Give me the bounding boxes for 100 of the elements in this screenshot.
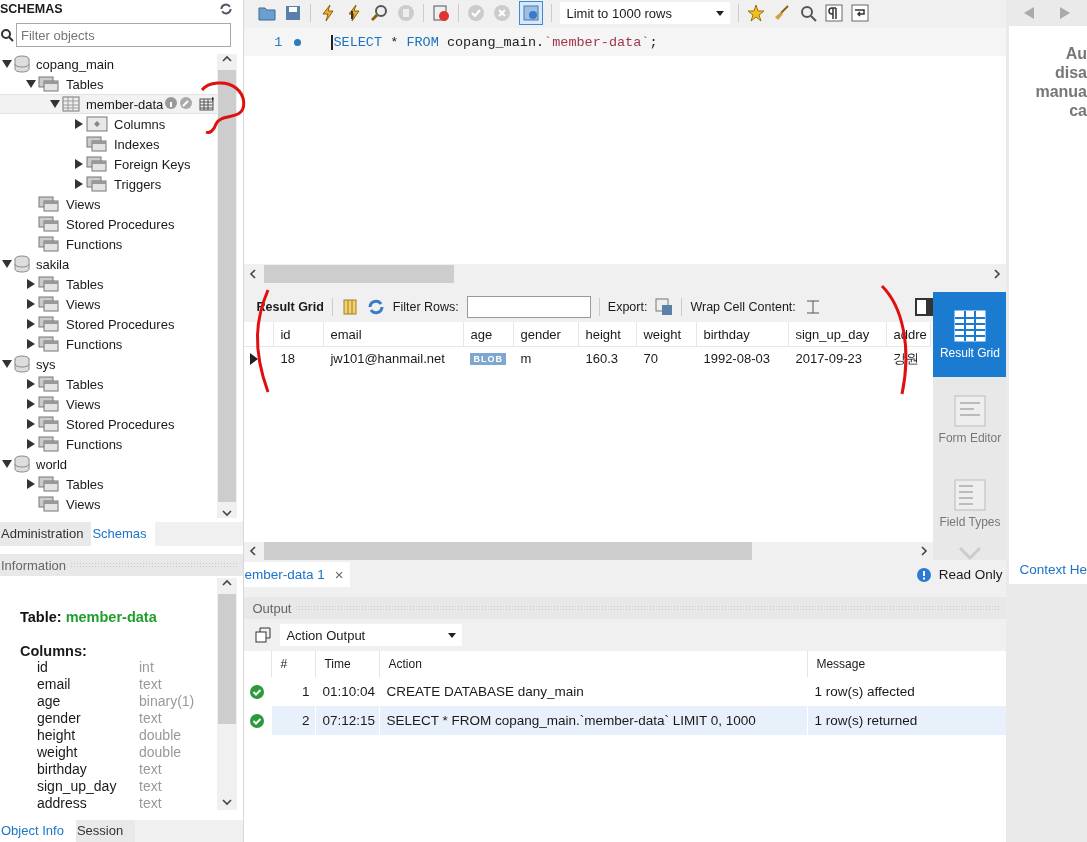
wrap-icon[interactable] (851, 4, 870, 22)
tree-item[interactable]: Tables (0, 474, 218, 494)
column-header[interactable]: age (464, 322, 515, 347)
scroll-left-icon[interactable] (248, 269, 259, 279)
query-tab[interactable]: ember-data 1 × (244, 562, 350, 587)
dropdown-caret-icon[interactable] (448, 632, 457, 638)
result-view-tab[interactable]: Result Grid (933, 292, 1007, 377)
tree-item[interactable]: Stored Procedures (0, 314, 218, 334)
table-icon (62, 96, 80, 112)
magnifier-icon[interactable] (371, 4, 390, 22)
tree-item[interactable]: Columns (0, 114, 218, 134)
scrollbar[interactable] (217, 578, 238, 810)
dropdown-caret-icon[interactable] (716, 10, 725, 16)
folder-icon (38, 196, 60, 212)
autocommit-toggle[interactable] (519, 1, 544, 25)
info-icon[interactable] (165, 97, 178, 109)
column-header[interactable]: email (324, 322, 465, 347)
scroll-right-icon[interactable] (919, 546, 930, 556)
broom-icon[interactable] (773, 4, 792, 22)
panel-tab[interactable]: Administration (0, 522, 92, 546)
tree-item[interactable]: Indexes (0, 134, 218, 154)
tree-item[interactable]: Functions (0, 334, 218, 354)
pilcrow-icon[interactable] (825, 4, 844, 22)
column-header[interactable]: Time (316, 651, 381, 677)
column-header[interactable]: sign_up_day (789, 322, 888, 347)
refresh-icon[interactable] (366, 298, 385, 316)
tree-item[interactable]: member-data (0, 94, 218, 114)
scroll-up-icon[interactable] (222, 54, 233, 64)
panel-tab[interactable]: Object Info (0, 820, 76, 842)
panel-toggle-icon[interactable] (915, 298, 934, 316)
column-header[interactable]: weight (637, 322, 698, 347)
expanded-arrow-icon[interactable] (2, 359, 12, 369)
tree-item[interactable]: Tables (0, 274, 218, 294)
filter-rows-field[interactable] (466, 296, 591, 318)
tree-item[interactable]: Views (0, 194, 218, 214)
blob-tag: BLOB (470, 352, 506, 365)
tree-item[interactable]: Stored Procedures (0, 214, 218, 234)
tree-item[interactable]: Views (0, 494, 218, 514)
scrollbar[interactable] (217, 54, 238, 518)
column-header[interactable]: # (272, 651, 317, 677)
expanded-arrow-icon[interactable] (2, 259, 12, 269)
search-icon[interactable] (799, 4, 818, 22)
tree-item[interactable]: Triggers (0, 174, 218, 194)
collapsed-arrow-icon[interactable] (26, 479, 36, 489)
output-dropdown[interactable]: Action Output (280, 624, 463, 646)
limit-dropdown[interactable]: Limit to 1000 rows (560, 2, 731, 24)
star-icon[interactable] (747, 4, 766, 22)
tree-item[interactable]: Foreign Keys (0, 154, 218, 174)
column-type: double (139, 744, 183, 761)
column-name: gender (37, 710, 82, 727)
grid-icon (952, 308, 987, 343)
column-header[interactable]: birthday (697, 322, 790, 347)
table-cell-text: m (519, 350, 533, 368)
filter-field[interactable]: Filter objects (16, 23, 232, 47)
tree-item[interactable]: Tables (0, 374, 218, 394)
tree-item[interactable]: Functions (0, 234, 218, 254)
panel-tab[interactable]: Schemas (91, 522, 155, 546)
result-view-tab[interactable]: Form Editor (933, 376, 1007, 462)
copy-icon[interactable] (254, 626, 273, 644)
expanded-arrow-icon[interactable] (2, 59, 12, 69)
export-icon[interactable] (655, 298, 674, 316)
save-icon[interactable] (284, 4, 303, 22)
tree-item[interactable]: sakila (0, 254, 218, 274)
tree-item[interactable]: world (0, 454, 218, 474)
scrollbar[interactable] (244, 542, 934, 560)
collapsed-arrow-icon[interactable] (74, 119, 84, 129)
tree-item[interactable]: Views (0, 394, 218, 414)
columns-toggle-icon[interactable] (340, 298, 359, 316)
tree-item[interactable]: Functions (0, 434, 218, 454)
scroll-right-icon[interactable] (992, 269, 1003, 279)
tree-item[interactable]: Stored Procedures (0, 414, 218, 434)
column-name: id (37, 659, 49, 676)
column-header[interactable]: gender (514, 322, 580, 347)
scroll-down-icon[interactable] (222, 797, 233, 807)
context-help-tab[interactable]: Context He (1009, 559, 1087, 584)
panel-tab[interactable]: Session (75, 820, 136, 842)
tree-item[interactable]: sys (0, 354, 218, 374)
refresh-icon[interactable] (219, 2, 234, 16)
column-header[interactable]: id (274, 322, 325, 347)
column-header[interactable]: Action (380, 651, 809, 677)
stop-script-icon[interactable] (432, 4, 451, 22)
tree-item[interactable]: Views (0, 294, 218, 314)
scroll-left-icon[interactable] (248, 546, 259, 556)
tree-item[interactable]: Tables (0, 74, 218, 94)
folder-icon[interactable] (258, 4, 277, 22)
columns-heading: Columns: (20, 643, 88, 659)
expanded-arrow-icon[interactable] (26, 79, 36, 89)
folder-icon (86, 136, 108, 152)
scroll-up-icon[interactable] (222, 578, 233, 588)
form-icon (952, 393, 987, 428)
column-type: binary(1) (139, 693, 196, 710)
column-header[interactable]: height (579, 322, 638, 347)
table-grid-icon[interactable] (199, 97, 216, 111)
expanded-arrow-icon[interactable] (50, 99, 60, 109)
result-view-tab[interactable]: Field Types (933, 461, 1007, 547)
scroll-down-icon[interactable] (222, 508, 233, 518)
close-tab-button[interactable]: × (334, 566, 344, 583)
expanded-arrow-icon[interactable] (2, 459, 12, 469)
sql-editor[interactable]: 1 SELECT * FROM copang_main.`member-data`; (244, 28, 1007, 264)
tree-item[interactable]: copang_main (0, 54, 218, 74)
